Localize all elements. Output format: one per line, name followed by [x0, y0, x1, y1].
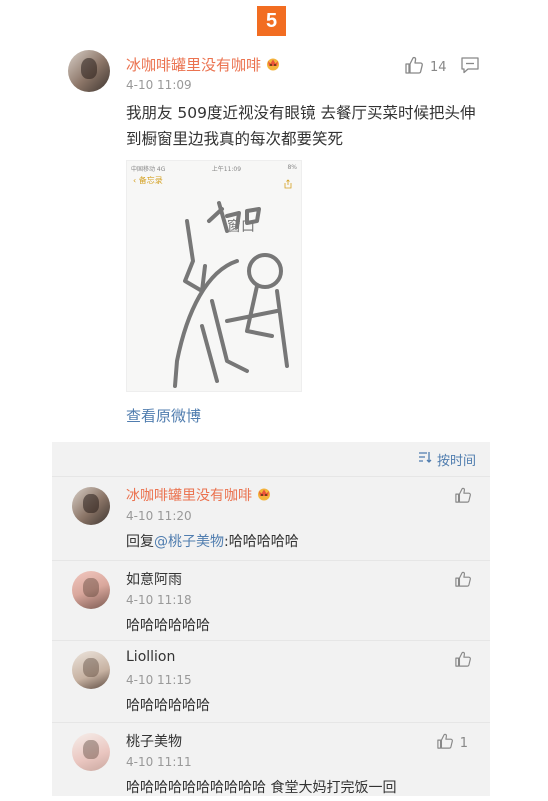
post-username[interactable]: 冰咖啡罐里没有咖啡: [126, 54, 281, 75]
comment-item: Liollion 4-10 11:15 哈哈哈哈哈哈: [52, 640, 490, 719]
thumbs-up-icon: [404, 56, 424, 78]
comment-item: 如意阿雨 4-10 11:18 哈哈哈哈哈哈: [52, 560, 490, 639]
mention-link[interactable]: @桃子美物: [154, 534, 224, 550]
post-time: 4-10 11:09: [126, 78, 192, 92]
comment-item: 冰咖啡罐里没有咖啡 4-10 11:20 回复@桃子美物:哈哈哈哈哈: [52, 476, 490, 555]
thumbs-up-icon: [454, 571, 472, 591]
sort-toggle[interactable]: 按时间: [52, 442, 490, 476]
avatar[interactable]: [72, 571, 110, 609]
post-text: 我朋友 509度近视没有眼镜 去餐厅买菜时候把头伸到橱窗里边我真的每次都要笑死: [126, 104, 476, 148]
thumbs-up-icon: [454, 651, 472, 671]
vip-crown-icon: [265, 57, 281, 75]
vip-crown-icon: [256, 487, 272, 505]
comment-time: 4-10 11:20: [126, 509, 192, 523]
comment-text: 哈哈哈哈哈哈哈哈哈哈 食堂大妈打完饭一回: [126, 780, 397, 796]
avatar[interactable]: [72, 487, 110, 525]
comment-like-button[interactable]: 1: [436, 733, 468, 753]
like-count: 1: [459, 735, 468, 751]
view-original-link[interactable]: 查看原微博: [126, 405, 201, 426]
comment-item: 桃子美物 4-10 11:11 1 哈哈哈哈哈哈哈哈哈哈 食堂大妈打完饭一回: [52, 722, 490, 801]
like-count: 14: [430, 59, 447, 75]
username-text: 冰咖啡罐里没有咖啡: [126, 56, 262, 74]
comment-time: 4-10 11:11: [126, 755, 192, 769]
comment-icon[interactable]: [460, 56, 480, 78]
weibo-post: 冰咖啡罐里没有咖啡 4-10 11:09 14 我朋友 509度近视没有眼镜 去…: [52, 40, 490, 442]
svg-text:窗口: 窗口: [227, 218, 255, 235]
comment-text: 哈哈哈哈哈哈: [126, 698, 210, 714]
like-button[interactable]: 14: [404, 56, 447, 78]
comment-like-button[interactable]: [454, 487, 472, 507]
sketch-drawing: 窗口: [173, 201, 289, 388]
comment-username[interactable]: 桃子美物: [126, 731, 182, 751]
thumbs-up-icon: [454, 487, 472, 507]
comment-text: 哈哈哈哈哈哈: [126, 618, 210, 634]
avatar[interactable]: [72, 651, 110, 689]
sort-icon: [418, 451, 432, 467]
comment-like-button[interactable]: [454, 651, 472, 671]
comment-username[interactable]: 如意阿雨: [126, 569, 182, 589]
comment-time: 4-10 11:15: [126, 673, 192, 687]
comment-like-button[interactable]: [454, 571, 472, 591]
comments-panel: 按时间 冰咖啡罐里没有咖啡 4-10 11:20 回复@桃子美物:哈哈哈哈哈 如…: [52, 442, 490, 796]
avatar[interactable]: [72, 733, 110, 771]
rank-badge: 5: [257, 6, 286, 36]
comment-text: 回复@桃子美物:哈哈哈哈哈: [126, 534, 299, 550]
avatar[interactable]: [68, 50, 110, 92]
comment-username[interactable]: 冰咖啡罐里没有咖啡: [126, 485, 272, 505]
thumbs-up-icon: [436, 733, 454, 753]
comment-username[interactable]: Liollion: [126, 649, 175, 665]
post-image[interactable]: 中国移动 4G 上午11:09 8% ‹ 备忘录 窗口: [126, 160, 302, 392]
comment-time: 4-10 11:18: [126, 593, 192, 607]
sort-label: 按时间: [436, 453, 476, 469]
